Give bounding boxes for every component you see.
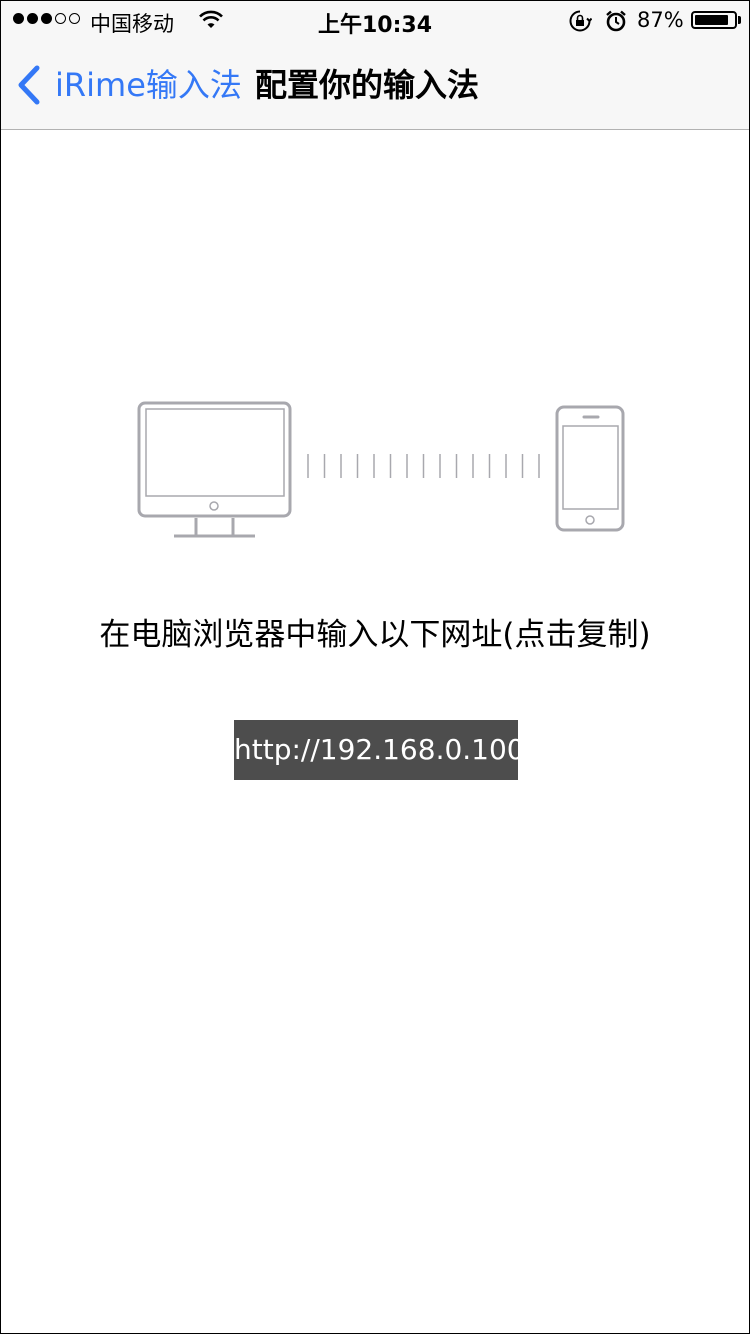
battery-percentage: 87% <box>637 8 684 32</box>
orientation-lock-icon <box>568 9 593 38</box>
screen: 中国移动 上午10:34 87% iRime输入法 配置你的输入法 在电脑浏览器… <box>0 0 750 1334</box>
battery-icon <box>691 11 737 29</box>
computer-to-phone-illustration <box>137 401 625 538</box>
monitor-icon <box>137 401 292 538</box>
alarm-icon <box>604 9 628 38</box>
battery-level-fill <box>695 15 729 25</box>
copy-url-button[interactable]: http://192.168.0.100/ <box>234 720 534 780</box>
instruction-text: 在电脑浏览器中输入以下网址(点击复制) <box>99 617 651 653</box>
chevron-left-icon <box>18 65 40 105</box>
back-button[interactable]: iRime输入法 <box>15 63 242 107</box>
phone-icon <box>555 405 625 532</box>
page-title: 配置你的输入法 <box>255 66 480 104</box>
navigation-bar: iRime输入法 配置你的输入法 <box>1 41 749 130</box>
connection-dashes <box>307 454 540 478</box>
status-bar: 中国移动 上午10:34 87% <box>1 1 749 41</box>
back-button-label: iRime输入法 <box>55 66 242 104</box>
